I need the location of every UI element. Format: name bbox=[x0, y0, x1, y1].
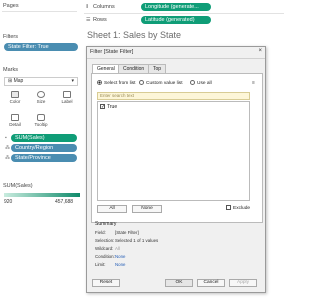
label-button[interactable]: Label bbox=[56, 89, 78, 109]
checkbox-icon bbox=[226, 205, 231, 210]
exclude-label: Exclude bbox=[233, 205, 251, 211]
color-label: Color bbox=[9, 99, 21, 104]
summary-key: Wildcard: bbox=[95, 246, 114, 251]
list-item[interactable]: ✓ True bbox=[100, 104, 117, 110]
rows-pill[interactable]: Latitude (generated) bbox=[141, 16, 211, 24]
map-icon: ⊞ bbox=[8, 78, 13, 84]
legend-max: 457,688 bbox=[55, 199, 74, 205]
legend-title: SUM(Sales) bbox=[3, 183, 33, 189]
shelf-divider bbox=[84, 13, 284, 14]
list-item-label: True bbox=[107, 104, 118, 110]
summary-value-link[interactable]: None bbox=[115, 262, 126, 267]
summary-row-condition: Condition:None bbox=[95, 254, 126, 259]
map-area[interactable] bbox=[266, 60, 284, 300]
label-icon bbox=[63, 91, 71, 98]
pages-shelf[interactable] bbox=[2, 11, 77, 31]
columns-label: Columns bbox=[93, 4, 115, 10]
tooltip-label: Tooltip bbox=[34, 122, 48, 127]
marks-title: Marks bbox=[3, 67, 18, 73]
tooltip-button[interactable]: Tooltip bbox=[30, 112, 52, 132]
summary-value: All bbox=[115, 246, 120, 251]
filters-title: Filters bbox=[3, 34, 18, 40]
detail-label: Detail bbox=[9, 122, 21, 127]
exclude-option[interactable]: Exclude bbox=[226, 205, 250, 211]
size-icon bbox=[37, 91, 45, 98]
summary-title: Summary bbox=[95, 221, 117, 227]
mark-type-label: Map bbox=[13, 78, 24, 84]
tab-general[interactable]: General bbox=[92, 64, 120, 73]
summary-row-limit: Limit: None bbox=[95, 262, 126, 267]
summary-value-link[interactable]: None bbox=[115, 254, 126, 259]
size-label: Size bbox=[36, 99, 46, 104]
general-tab-panel: Select from list Custom value list Use a… bbox=[91, 73, 263, 223]
none-button[interactable]: None bbox=[132, 205, 162, 213]
tab-condition[interactable]: Condition bbox=[118, 64, 150, 73]
cancel-button[interactable]: Cancel bbox=[197, 279, 225, 287]
detail-icon-state: ⁂ bbox=[5, 155, 10, 161]
list-options-icon[interactable]: ≡ bbox=[252, 80, 255, 86]
use-all-option[interactable]: Use all bbox=[190, 80, 212, 86]
summary-row-field: Field: [State Filter] bbox=[95, 230, 139, 235]
detail-button[interactable]: Detail bbox=[4, 112, 26, 132]
summary-value: Selected 1 of 1 values bbox=[115, 238, 159, 243]
color-icon bbox=[11, 91, 19, 98]
legend-min: 920 bbox=[4, 199, 13, 205]
tab-top[interactable]: Top bbox=[148, 64, 167, 73]
all-button[interactable]: All bbox=[97, 205, 127, 213]
size-button[interactable]: Size bbox=[30, 89, 52, 109]
radio-icon bbox=[139, 80, 144, 85]
values-list[interactable]: ✓ True bbox=[97, 101, 250, 201]
mark-field-sales[interactable]: SUM(Sales) bbox=[11, 134, 77, 142]
radio-selected-icon bbox=[97, 80, 102, 85]
dialog-title: Filter [State Filter] bbox=[90, 49, 134, 55]
close-icon[interactable]: × bbox=[258, 48, 262, 54]
summary-key: Field: bbox=[95, 230, 106, 235]
search-input[interactable]: Enter search text bbox=[97, 92, 250, 100]
radio-icon bbox=[190, 80, 195, 85]
chevron-down-icon: ▾ bbox=[71, 78, 74, 84]
detail-icon bbox=[11, 114, 19, 121]
mark-field-country[interactable]: Country/Region bbox=[11, 144, 77, 152]
legend-color-ramp bbox=[4, 193, 80, 197]
tooltip-icon bbox=[37, 114, 45, 121]
summary-row-wildcard: Wildcard: All bbox=[95, 246, 120, 251]
rows-label: Rows bbox=[93, 17, 107, 23]
filter-pill-state[interactable]: State Filter: True bbox=[4, 43, 78, 51]
summary-key: Limit: bbox=[95, 262, 106, 267]
columns-icon: ⦀ bbox=[86, 4, 89, 10]
summary-row-selection: Selection:Selected 1 of 1 values bbox=[95, 238, 158, 243]
columns-pill[interactable]: Longitude (generate... bbox=[141, 3, 211, 11]
custom-value-list-label: Custom value list bbox=[146, 80, 183, 86]
ok-button[interactable]: OK bbox=[165, 279, 193, 287]
summary-value: [State Filter] bbox=[115, 230, 139, 235]
summary-key: Condition: bbox=[95, 254, 115, 259]
mark-field-state[interactable]: State/Province bbox=[11, 154, 77, 162]
custom-value-list-option[interactable]: Custom value list bbox=[139, 80, 183, 86]
apply-button[interactable]: Apply bbox=[229, 279, 257, 287]
checkbox-checked-icon: ✓ bbox=[100, 104, 106, 111]
use-all-label: Use all bbox=[197, 80, 212, 86]
dialog-title-divider bbox=[87, 58, 265, 59]
detail-icon-country: ⁂ bbox=[5, 145, 10, 151]
sheet-title: Sheet 1: Sales by State bbox=[87, 30, 182, 40]
summary-key: Selection: bbox=[95, 238, 115, 243]
label-label: Label bbox=[61, 99, 73, 104]
sales-color-icon: ▪ bbox=[5, 135, 7, 141]
reset-button[interactable]: Reset bbox=[92, 279, 120, 287]
filter-dialog: Filter [State Filter] × General Conditio… bbox=[86, 46, 266, 293]
mark-type-select[interactable]: ⊞ Map ▾ bbox=[4, 77, 78, 86]
select-from-list-option[interactable]: Select from list bbox=[97, 80, 135, 86]
rows-icon: ☰ bbox=[86, 17, 91, 23]
pages-title: Pages bbox=[3, 3, 19, 9]
color-button[interactable]: Color bbox=[4, 89, 26, 109]
select-from-list-label: Select from list bbox=[104, 80, 136, 86]
